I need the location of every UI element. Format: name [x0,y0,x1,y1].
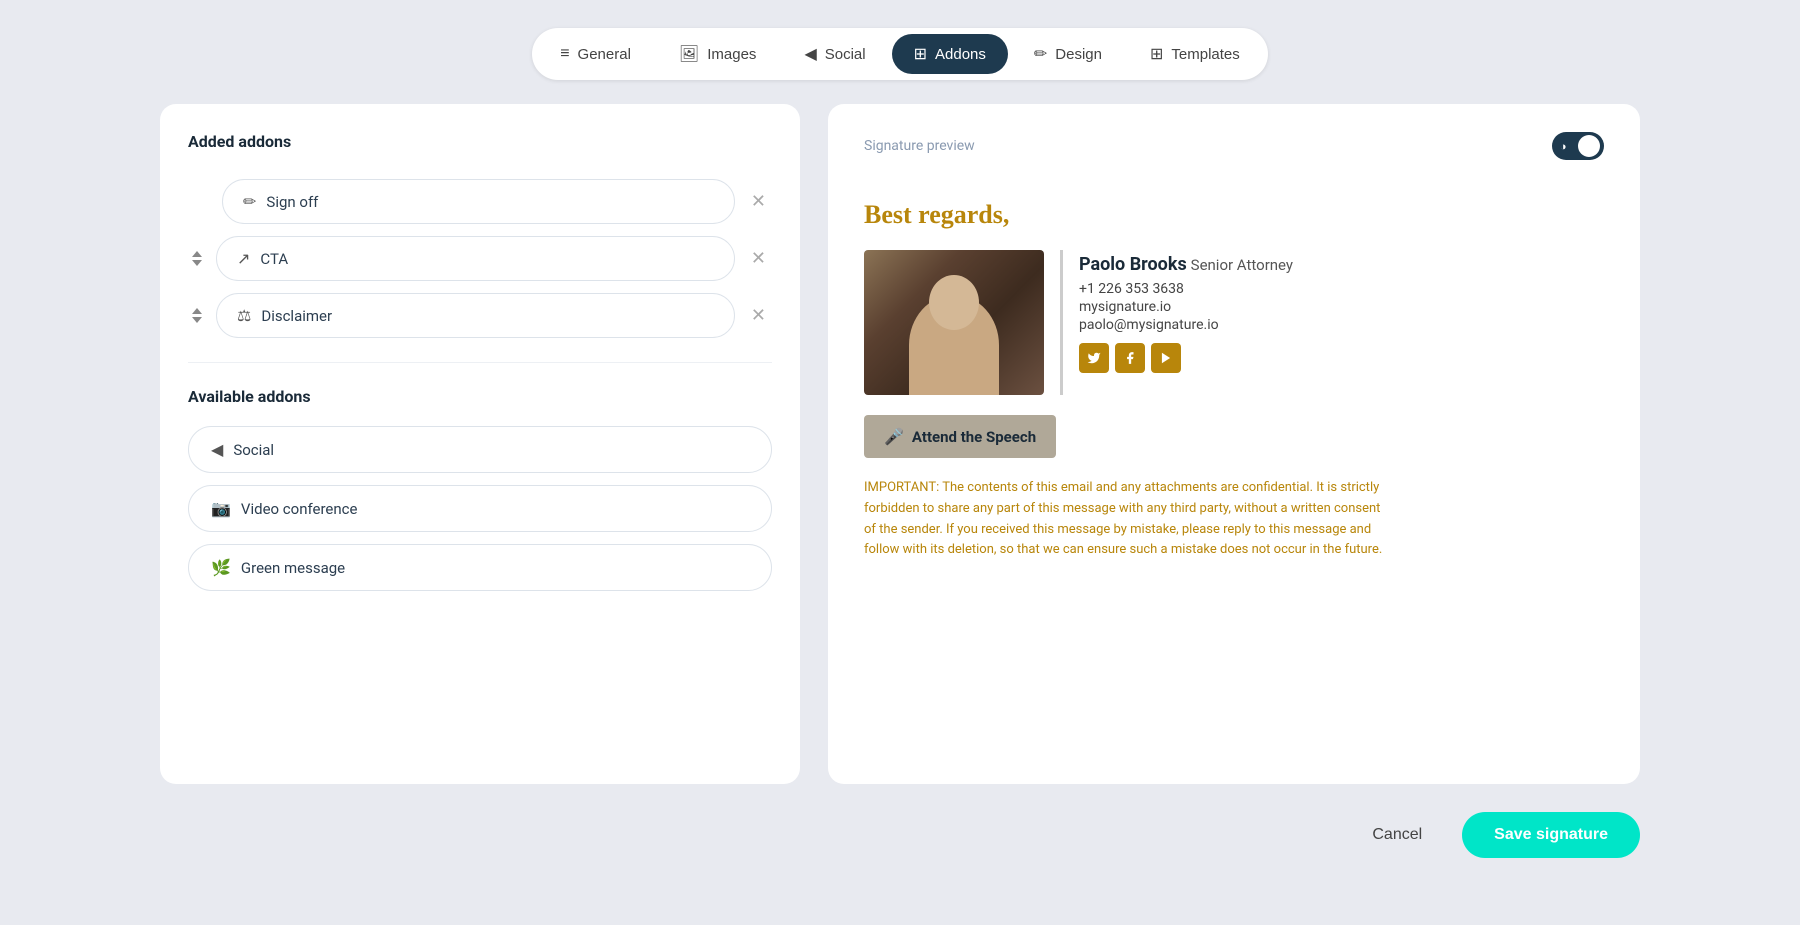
available-green-label: Green message [241,559,345,577]
available-video-icon: 📷 [211,499,231,518]
addon-disclaimer-close[interactable]: ✕ [745,301,772,330]
arrow-down-icon [192,260,202,266]
addon-cta-label: CTA [260,250,288,268]
sig-email: paolo@mysignature.io [1079,317,1293,333]
tab-addons-label: Addons [935,46,986,63]
addon-signoff-inner[interactable]: ✏ Sign off [222,179,735,224]
signoff-icon: ✏ [243,192,256,211]
signoff-text: Best regards, [864,200,1604,230]
social-icon: ◀ [804,44,816,64]
templates-icon: ⊞ [1150,44,1163,64]
dark-mode-toggle[interactable]: ◑ [1552,132,1604,160]
cta-icon: ↗ [237,249,250,268]
cta-button-label: Attend the Speech [912,428,1036,446]
sig-name-row: Paolo Brooks Senior Attorney [1079,254,1293,275]
addon-item-signoff: ✏ Sign off ✕ [188,179,772,224]
addon-item-cta: ↗ CTA ✕ [188,236,772,281]
twitter-social-icon [1079,343,1109,373]
general-icon: ≡ [560,45,569,63]
facebook-social-icon [1115,343,1145,373]
disclaimer-reorder-handle[interactable] [188,304,206,327]
available-video-label: Video conference [241,500,358,518]
addon-cta-inner[interactable]: ↗ CTA [216,236,735,281]
available-addons-title: Available addons [188,387,772,406]
nav-tabs-container: ≡ General 🖼 Images ◀ Social ⊞ Addons ✏ D… [532,28,1268,80]
right-panel: Signature preview ◑ Best regards, Paolo [828,104,1640,784]
available-item-green-message[interactable]: 🌿 Green message [188,544,772,591]
tab-general-label: General [578,46,631,63]
signature-divider [1060,250,1063,395]
tab-design-label: Design [1055,46,1102,63]
tab-social[interactable]: ◀ Social [782,34,887,74]
signature-body: Paolo Brooks Senior Attorney +1 226 353 … [864,250,1604,395]
images-icon: 🖼 [679,44,699,64]
disclaimer-text: IMPORTANT: The contents of this email an… [864,478,1384,561]
addon-item-disclaimer: ⚖ Disclaimer ✕ [188,293,772,338]
top-navigation: ≡ General 🖼 Images ◀ Social ⊞ Addons ✏ D… [0,0,1800,104]
sig-phone: +1 226 353 3638 [1079,281,1293,297]
addon-cta-close[interactable]: ✕ [745,244,772,273]
added-addons-section: Added addons ✏ Sign off ✕ ↗ CTA [188,132,772,338]
addons-icon: ⊞ [914,44,927,64]
sig-full-name: Paolo Brooks [1079,254,1187,275]
arrow-up-icon-2 [192,308,202,314]
signature-preview-content: Best regards, Paolo Brooks Senior Attorn… [864,184,1604,577]
tab-images-label: Images [707,46,756,63]
cta-reorder-handle[interactable] [188,247,206,270]
cancel-button[interactable]: Cancel [1348,812,1446,858]
bottom-bar: Cancel Save signature [160,812,1640,878]
available-social-icon: ◀ [211,440,223,459]
youtube-social-icon [1151,343,1181,373]
disclaimer-icon: ⚖ [237,306,251,325]
addon-disclaimer-inner[interactable]: ⚖ Disclaimer [216,293,735,338]
sig-socials [1079,343,1293,373]
panel-divider [188,362,772,363]
tab-social-label: Social [825,46,866,63]
available-addons-section: Available addons ◀ Social 📷 Video confer… [188,387,772,591]
cta-button-preview: 🎤 Attend the Speech [864,415,1056,458]
sig-website: mysignature.io [1079,299,1293,315]
available-social-label: Social [233,441,274,459]
available-item-video-conference[interactable]: 📷 Video conference [188,485,772,532]
toggle-knob [1578,135,1600,157]
addon-signoff-close[interactable]: ✕ [745,187,772,216]
addon-disclaimer-label: Disclaimer [261,307,332,325]
added-addons-title: Added addons [188,132,772,151]
design-icon: ✏ [1034,44,1047,64]
signature-info: Paolo Brooks Senior Attorney +1 226 353 … [1079,250,1293,377]
arrow-down-icon-2 [192,317,202,323]
tab-addons[interactable]: ⊞ Addons [892,34,1008,74]
preview-label: Signature preview [864,138,975,154]
sig-role: Senior Attorney [1191,256,1293,274]
toggle-dark-label: ◑ [1560,140,1567,153]
available-item-social[interactable]: ◀ Social [188,426,772,473]
tab-design[interactable]: ✏ Design [1012,34,1124,74]
profile-photo [864,250,1044,395]
preview-header: Signature preview ◑ [864,132,1604,160]
save-signature-button[interactable]: Save signature [1462,812,1640,858]
addon-signoff-label: Sign off [266,193,318,211]
cta-button-icon: 🎤 [884,427,904,446]
tab-templates-label: Templates [1171,46,1239,63]
main-content: Added addons ✏ Sign off ✕ ↗ CTA [160,104,1640,784]
available-green-icon: 🌿 [211,558,231,577]
tab-templates[interactable]: ⊞ Templates [1128,34,1262,74]
left-panel: Added addons ✏ Sign off ✕ ↗ CTA [160,104,800,784]
tab-images[interactable]: 🖼 Images [657,34,779,74]
tab-general[interactable]: ≡ General [538,34,653,74]
arrow-up-icon [192,251,202,257]
